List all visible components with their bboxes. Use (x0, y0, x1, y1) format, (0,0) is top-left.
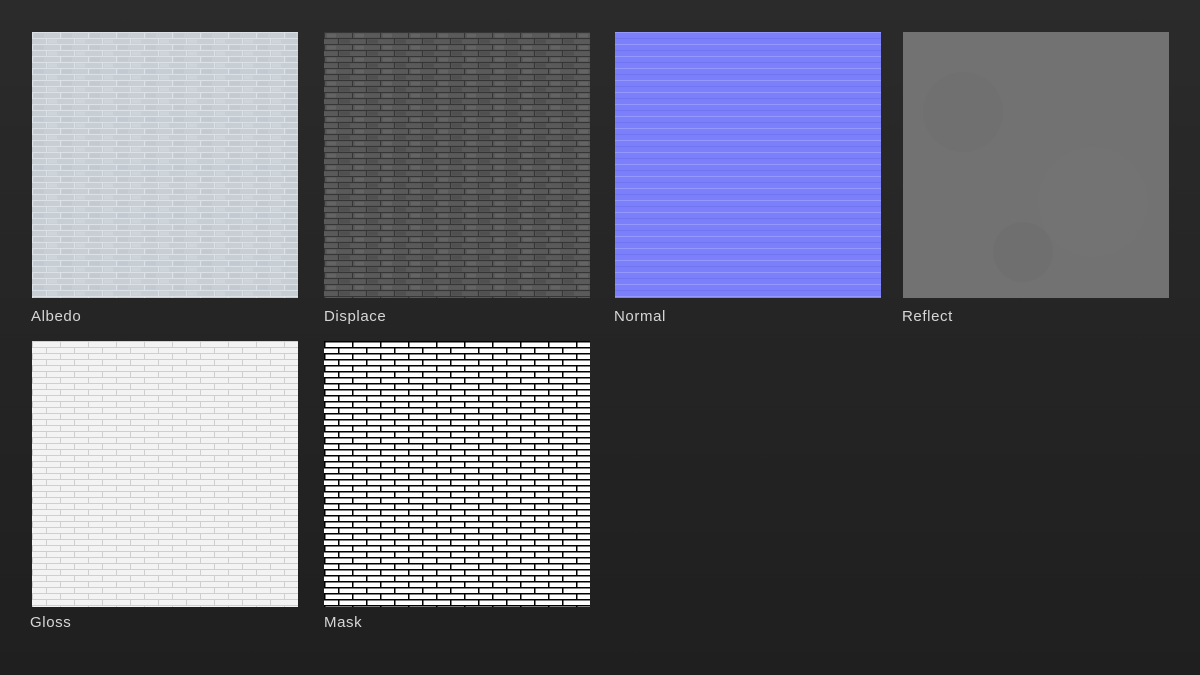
normal-brick-texture (615, 32, 881, 298)
albedo-brick-texture (32, 32, 298, 298)
displace-map-thumbnail[interactable] (324, 32, 590, 298)
normal-map-thumbnail[interactable] (615, 32, 881, 298)
displace-brick-texture (324, 32, 590, 298)
reflect-label: Reflect (902, 308, 953, 325)
gloss-label: Gloss (30, 614, 72, 631)
gloss-brick-texture (32, 341, 298, 607)
mask-label: Mask (324, 614, 363, 631)
reflect-map-thumbnail[interactable] (903, 32, 1169, 298)
albedo-map-thumbnail[interactable] (32, 32, 298, 298)
gloss-map-thumbnail[interactable] (32, 341, 298, 607)
mask-brick-texture (324, 341, 590, 607)
reflect-texture (903, 32, 1169, 298)
mask-map-thumbnail[interactable] (324, 341, 590, 607)
normal-label: Normal (614, 308, 666, 325)
albedo-label: Albedo (31, 308, 82, 325)
displace-label: Displace (324, 308, 387, 325)
